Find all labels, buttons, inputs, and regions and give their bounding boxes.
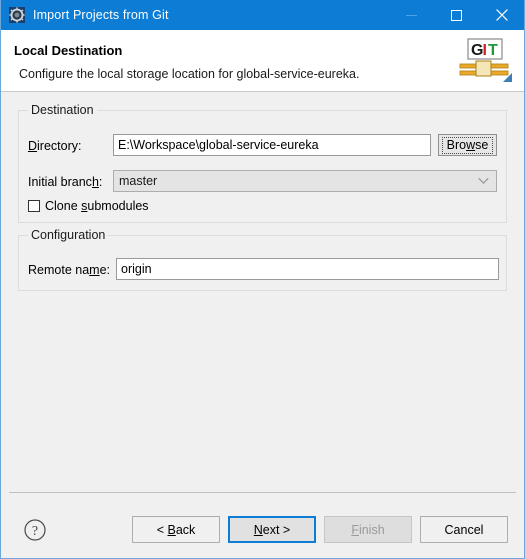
configuration-group: Configuration Remote name: origin: [18, 228, 507, 291]
directory-label: Directory:: [28, 139, 82, 153]
remote-name-label: Remote name:: [28, 263, 111, 277]
clone-submodules-box: [28, 200, 40, 212]
destination-group-label: Destination: [28, 103, 97, 117]
next-button[interactable]: Next >: [228, 516, 316, 543]
browse-button-label: Browse: [441, 136, 494, 154]
cancel-button-label: Cancel: [444, 522, 484, 537]
chevron-down-icon: [478, 177, 489, 185]
directory-input[interactable]: E:\Workspace\global-service-eureka: [113, 134, 431, 156]
wizard-content: Destination Directory: E:\Workspace\glob…: [1, 92, 524, 492]
maximize-button[interactable]: [434, 0, 479, 30]
eclipse-wizard-gear-icon: [9, 7, 25, 23]
clone-submodules-label: Clone submodules: [45, 199, 149, 213]
finish-button: Finish: [324, 516, 412, 543]
close-icon: [495, 9, 508, 21]
svg-text:I: I: [483, 42, 487, 59]
initial-branch-combo[interactable]: master: [113, 170, 497, 192]
help-button[interactable]: ?: [24, 519, 46, 541]
browse-button[interactable]: Browse: [438, 134, 497, 156]
window-title: Import Projects from Git: [33, 8, 169, 22]
finish-button-label: Finish: [351, 522, 385, 537]
dialog-button-row: < Back Next > Finish Cancel: [132, 516, 508, 543]
back-button[interactable]: < Back: [132, 516, 220, 543]
import-projects-from-git-dialog: Import Projects from Git Local Destinati…: [0, 0, 525, 559]
initial-branch-value: master: [119, 174, 158, 188]
svg-text:?: ?: [32, 524, 38, 539]
dialog-footer: ? < Back Next > Finish Cancel: [1, 492, 524, 558]
cancel-button[interactable]: Cancel: [420, 516, 508, 543]
minimize-button[interactable]: [389, 0, 434, 30]
title-bar[interactable]: Import Projects from Git: [1, 0, 524, 30]
next-button-label: Next >: [253, 522, 291, 537]
back-button-label: < Back: [156, 522, 196, 537]
footer-separator: [9, 492, 516, 493]
destination-group: Destination Directory: E:\Workspace\glob…: [18, 103, 507, 223]
maximize-icon: [451, 9, 462, 21]
window-controls: [389, 0, 524, 30]
help-question-icon: ?: [24, 519, 46, 541]
minimize-icon: [406, 14, 417, 16]
svg-text:T: T: [488, 42, 498, 59]
configuration-group-label: Configuration: [28, 228, 109, 242]
clone-submodules-checkbox[interactable]: Clone submodules: [28, 199, 149, 213]
page-title: Local Destination: [14, 43, 123, 58]
page-description: Configure the local storage location for…: [19, 67, 360, 81]
close-button[interactable]: [479, 0, 524, 30]
wizard-header: Local Destination Configure the local st…: [1, 30, 524, 92]
remote-name-input[interactable]: origin: [116, 258, 499, 280]
initial-branch-label: Initial branch:: [28, 175, 103, 189]
git-logo: G I T: [459, 38, 512, 82]
